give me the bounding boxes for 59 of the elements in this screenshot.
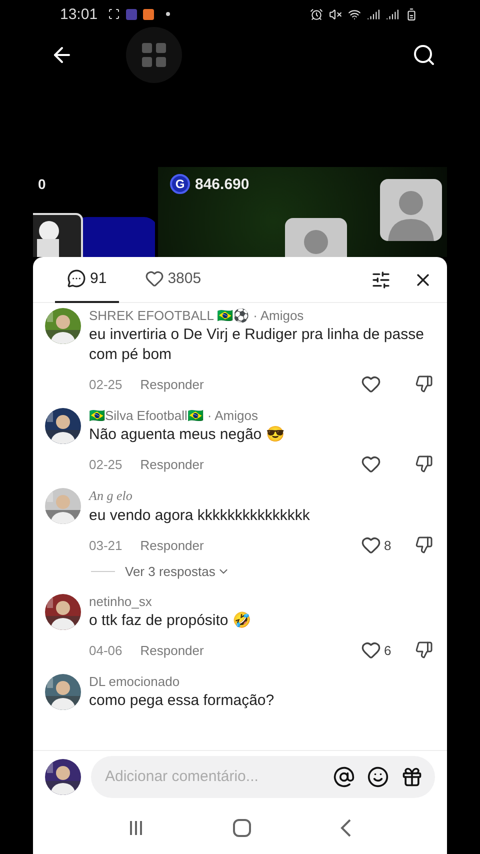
- heart-icon: [361, 640, 381, 660]
- battery-icon: [405, 8, 418, 20]
- signal-icon: [367, 8, 380, 20]
- emoji-icon[interactable]: [367, 766, 389, 788]
- status-time: 13:01: [60, 6, 98, 22]
- gift-icon[interactable]: [401, 766, 423, 788]
- comment-date: 02-25: [89, 376, 122, 392]
- reply-link[interactable]: Responder: [140, 642, 204, 658]
- coin-icon: G: [170, 174, 190, 194]
- home-icon[interactable]: [232, 819, 251, 837]
- comment-author: netinho_sx: [89, 594, 152, 609]
- dislike-button[interactable]: [415, 455, 433, 473]
- mute-icon: [329, 8, 342, 20]
- recent-apps-icon[interactable]: [128, 820, 144, 836]
- app-icon: [126, 8, 137, 20]
- avatar-placeholder-icon: [380, 179, 442, 241]
- filter-button[interactable]: [371, 270, 391, 290]
- search-button[interactable]: [412, 43, 436, 67]
- comment-author: 🇧🇷Silva Efootball🇧🇷: [89, 408, 204, 423]
- reply-link[interactable]: Responder: [140, 538, 204, 552]
- like-button[interactable]: 6: [361, 640, 407, 660]
- heart-icon: [361, 374, 381, 394]
- mention-icon[interactable]: [333, 766, 355, 788]
- speech-bubble-icon: [67, 269, 86, 288]
- friend-label: · Amigos: [253, 308, 304, 323]
- comment-text: como pega essa formação?: [89, 691, 276, 711]
- comment-text: Não aguenta meus negão 😎: [89, 425, 286, 445]
- dislike-button[interactable]: [415, 536, 433, 554]
- comment-date: 04-06: [89, 642, 122, 658]
- like-button[interactable]: 8: [361, 535, 407, 555]
- heart-icon: [144, 269, 164, 288]
- score-text: 0: [38, 176, 46, 192]
- friend-label: · Amigos: [207, 408, 258, 423]
- heart-icon: [361, 535, 381, 555]
- reply-link[interactable]: Responder: [140, 376, 204, 392]
- comment-text: eu invertiria o De Virj e Rudiger pra linha de passe com pé bom: [89, 325, 425, 365]
- view-replies-link[interactable]: Ver 3 respostas: [125, 564, 230, 579]
- alarm-icon: [310, 8, 323, 20]
- back-icon[interactable]: [340, 819, 352, 837]
- reply-link[interactable]: Responder: [140, 456, 204, 472]
- comment-author: SHREK EFOOTBALL 🇧🇷⚽: [89, 308, 250, 323]
- notification-dot-icon: [166, 12, 170, 16]
- comment-text: o ttk faz de propósito 🤣: [89, 611, 252, 631]
- comment-text: eu vendo agora kkkkkkkkkkkkkkk: [89, 506, 311, 526]
- comment-date: 02-25: [89, 456, 122, 472]
- dislike-button[interactable]: [415, 375, 433, 393]
- likes-tab[interactable]: 3805: [132, 257, 214, 302]
- comment-field[interactable]: Adicionar comentário...: [91, 756, 435, 798]
- screen-capture-icon: [108, 8, 120, 20]
- signal-icon: [386, 8, 399, 20]
- heart-icon: [361, 454, 381, 474]
- comment-author: An g elo: [89, 488, 132, 504]
- comment-author: DL emocionado: [89, 674, 180, 689]
- app-icon: [142, 8, 154, 20]
- wifi-icon: [348, 8, 361, 20]
- comments-tab[interactable]: 91: [55, 257, 119, 302]
- dislike-button[interactable]: [415, 641, 433, 659]
- comment-date: 03-21: [89, 538, 122, 552]
- coin-count: 846.690: [195, 176, 250, 192]
